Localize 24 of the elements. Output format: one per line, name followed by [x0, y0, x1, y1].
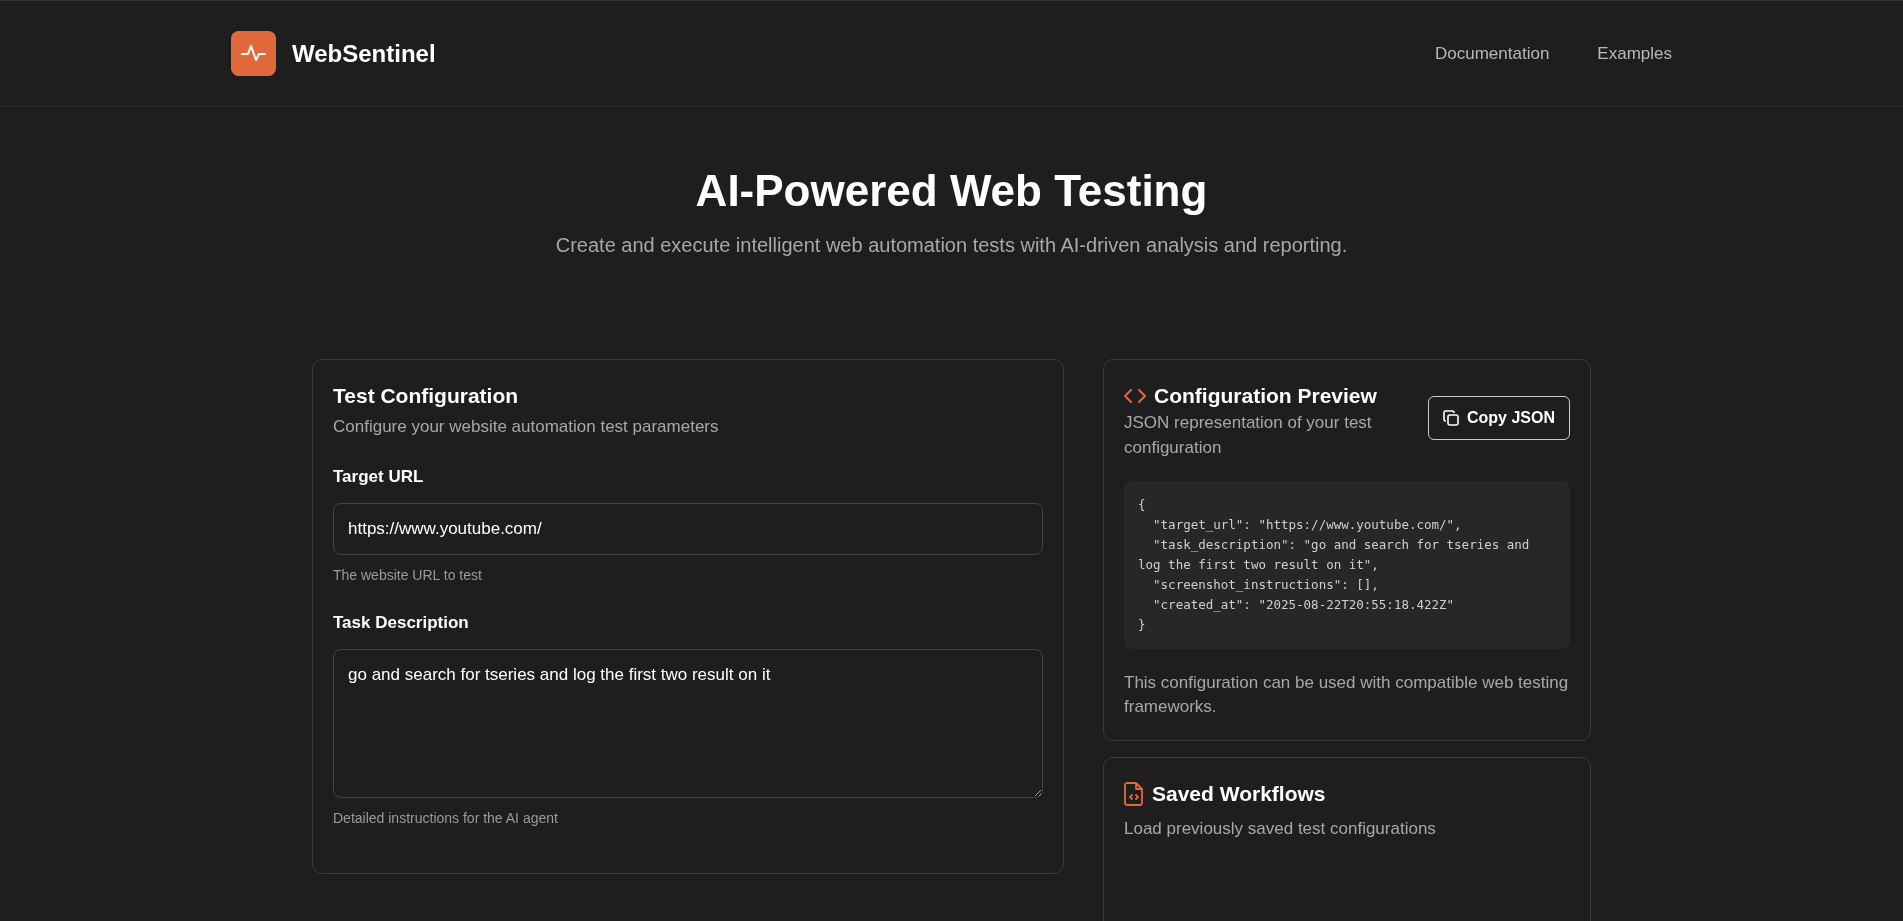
hero-title: AI-Powered Web Testing — [694, 165, 1209, 217]
code-brackets-icon — [1124, 387, 1146, 404]
pulse-logo-icon — [231, 31, 276, 76]
card-subtitle: Configure your website automation test parameters — [333, 416, 720, 439]
field-label: Target URL — [333, 465, 425, 488]
card-subtitle: Load previously saved test configurations — [1124, 818, 1437, 841]
copy-icon — [1443, 409, 1459, 426]
card-subtitle: JSON representation of your test configuration — [1124, 412, 1373, 459]
field-label: Task Description — [333, 611, 470, 634]
card-title: Configuration Preview — [1154, 382, 1377, 409]
code-file-icon — [1124, 781, 1144, 806]
preview-note: This configuration can be used with compatible web testing frameworks. — [1124, 671, 1570, 719]
nav-link[interactable]: Documentation — [1435, 40, 1550, 67]
json-code-block: { "target_url": "https://www.youtube.com/", "task_description": "go and search for tseries and log the first two result on it", "screenshot_instructions": [], "created_at": "2025-08-22T20:55:18.422Z" } — [1124, 480, 1570, 649]
nav-link[interactable]: Examples — [1597, 40, 1672, 67]
card-title: Test Configuration — [333, 382, 520, 409]
copy-json-button[interactable]: Copy JSON — [1428, 395, 1570, 440]
url-input-field[interactable]: https://www.youtube.com/ — [333, 503, 1043, 555]
field-help-text: Detailed instructions for the AI agent — [333, 809, 559, 829]
card-title: Saved Workflows — [1152, 780, 1326, 807]
brand-name: WebSentinel — [292, 38, 436, 69]
task-description-field[interactable]: go and search for tseries and log the first two result on it — [333, 649, 1043, 799]
field-help-text: The website URL to test — [333, 565, 483, 585]
hero-subtitle: Create and execute intelligent web automation tests with AI-driven analysis and reporting. — [554, 232, 1349, 258]
